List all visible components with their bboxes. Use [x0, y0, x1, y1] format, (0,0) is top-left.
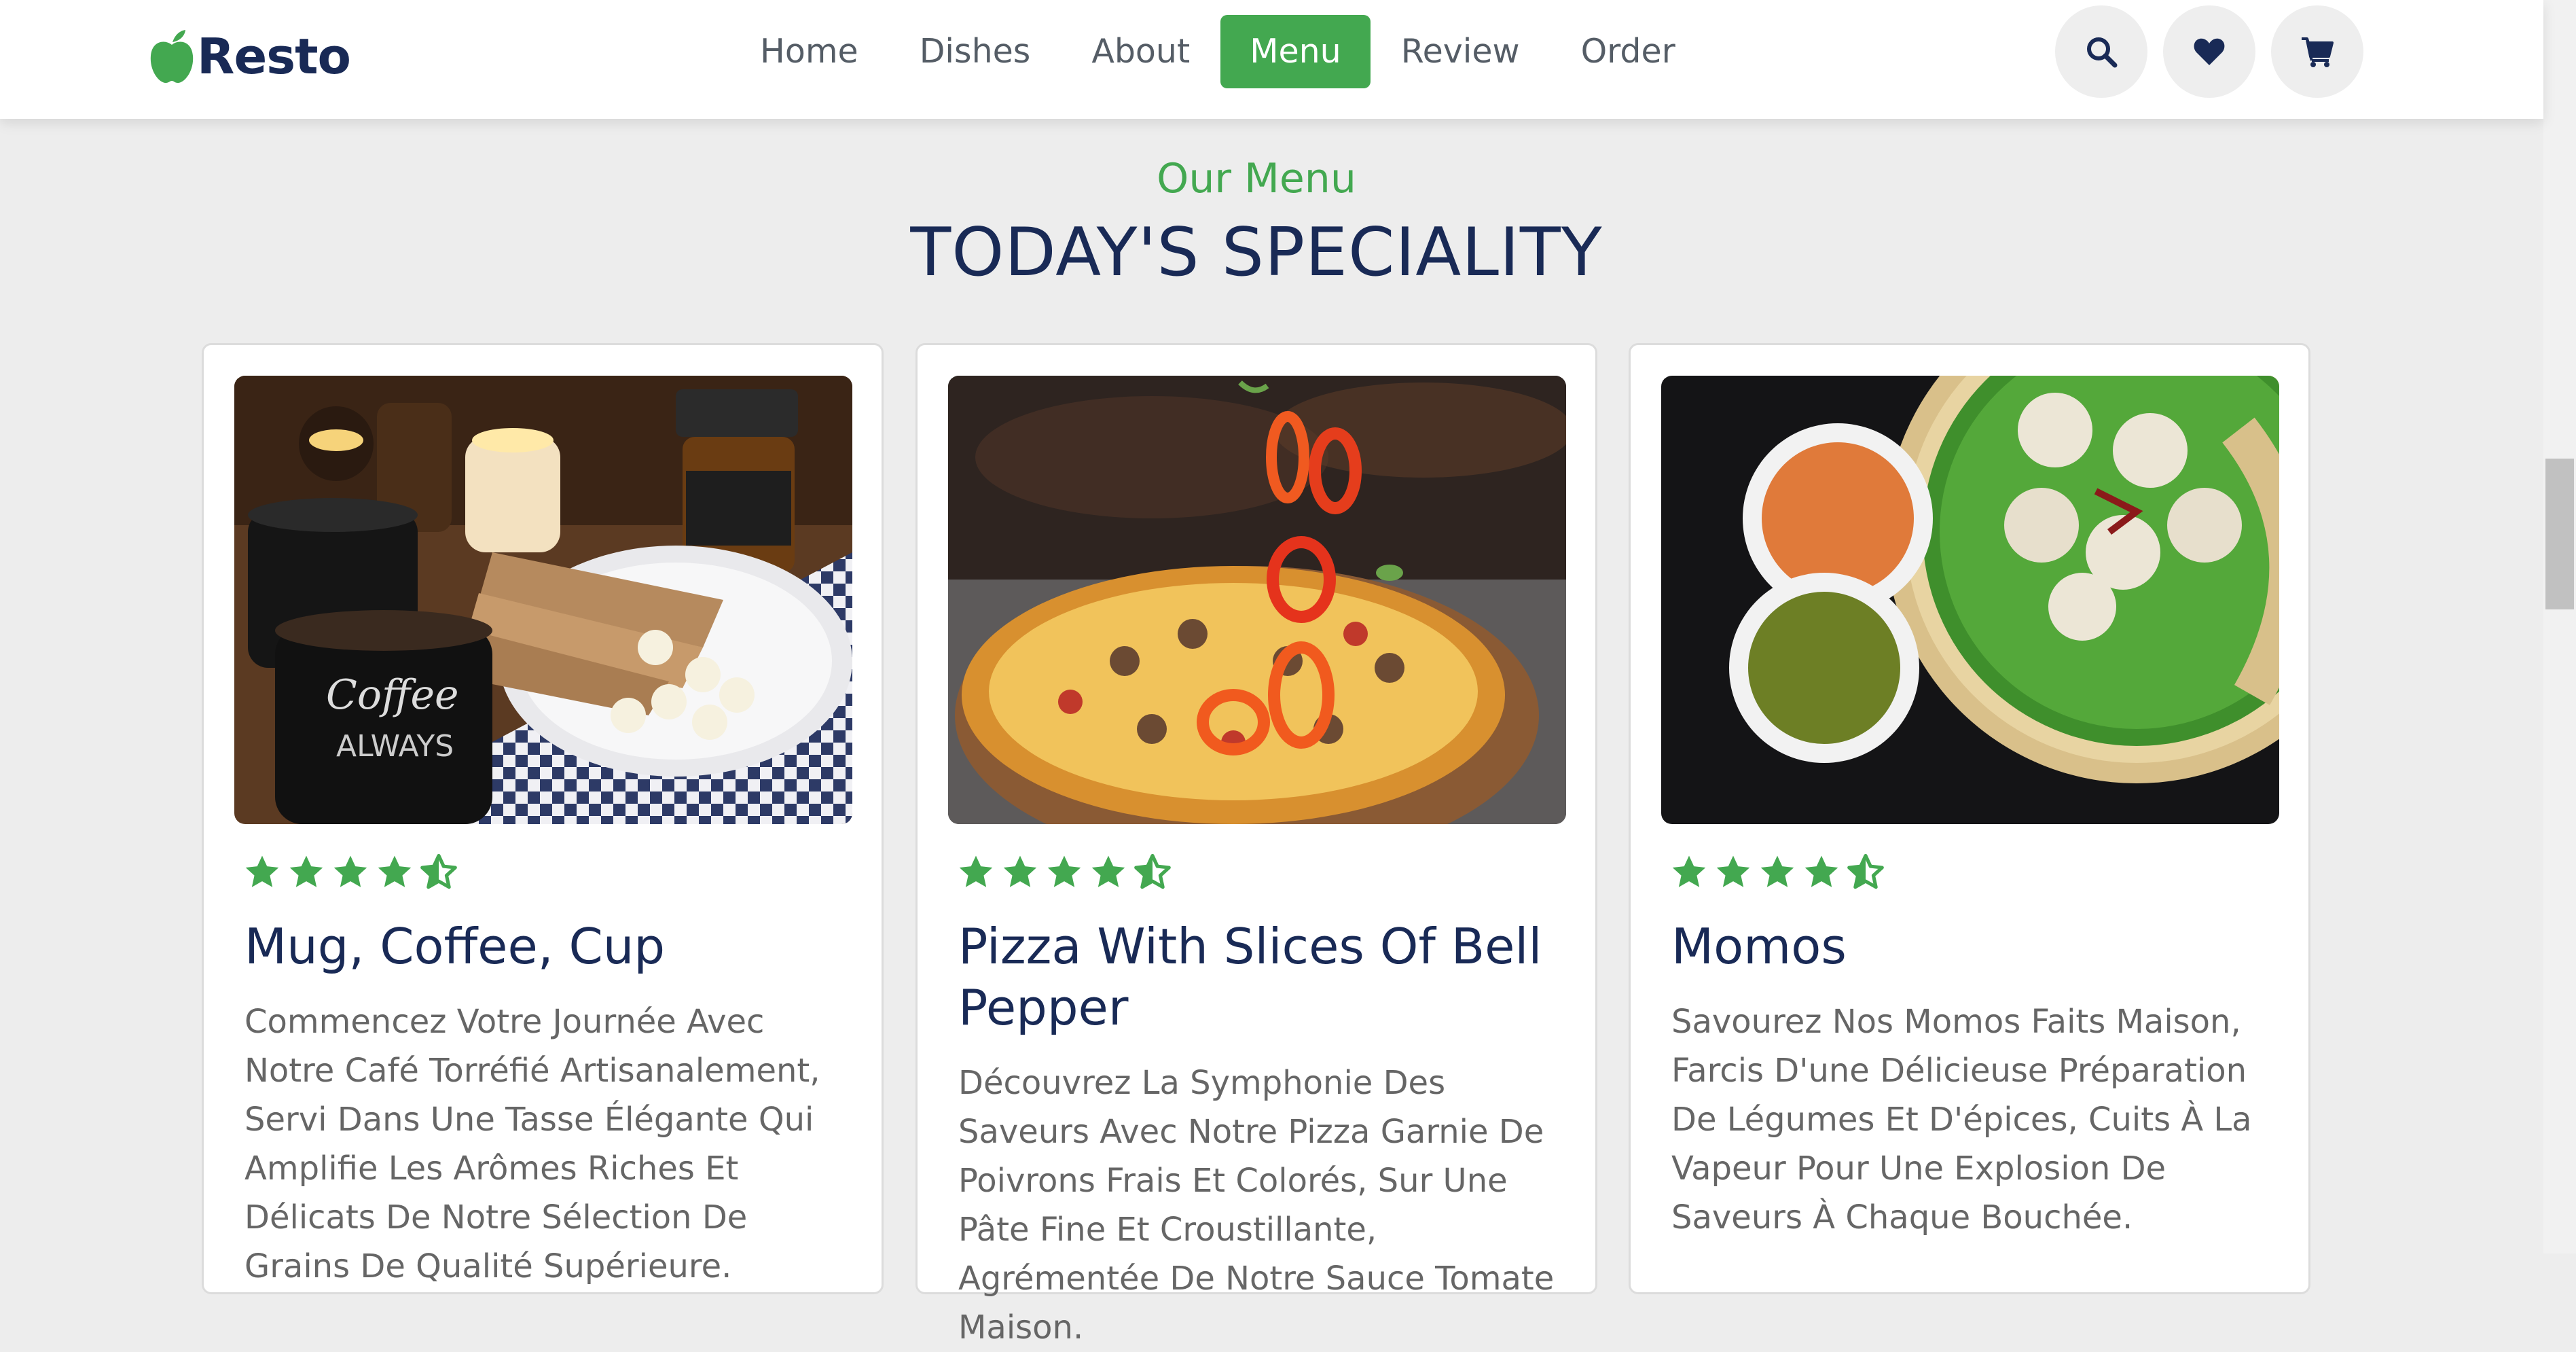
card-description: Commencez Votre Journée Avec Notre Café …	[244, 1003, 820, 1285]
menu-card: Pizza With Slices Of Bell Pepper Découvr…	[915, 343, 1597, 1347]
rating-stars	[957, 853, 1178, 891]
logo[interactable]: Resto	[148, 19, 351, 94]
scrollbar-thumb[interactable]	[2545, 459, 2574, 609]
search-icon	[2087, 37, 2118, 68]
scrollbar-track[interactable]	[2543, 0, 2576, 1253]
card-title: Mug, Coffee, Cup	[244, 918, 666, 975]
logo-text: Resto	[197, 28, 351, 85]
momos-dumplings-photo	[1661, 376, 2279, 824]
star-half-icon	[420, 853, 457, 889]
menu-card: Momos Savourez Nos Momos Faits Maison, F…	[1629, 343, 2310, 1294]
nav-review[interactable]: Review	[1371, 15, 1550, 88]
nav-home[interactable]: Home	[729, 15, 889, 88]
star-icon	[1003, 855, 1037, 887]
nav-order[interactable]: Order	[1550, 15, 1706, 88]
cart-button[interactable]	[2271, 5, 2363, 98]
star-half-icon	[1847, 853, 1884, 889]
cart-icon	[2302, 37, 2334, 67]
star-icon	[959, 855, 993, 887]
rating-stars	[1670, 853, 1891, 891]
star-icon	[1716, 855, 1750, 887]
coffee-bread-banana-photo: Coffee ALWAYS	[234, 376, 852, 824]
card-description: Savourez Nos Momos Faits Maison, Farcis …	[1671, 1003, 2252, 1237]
main-nav: Home Dishes About Menu Review Order	[729, 15, 1706, 88]
star-icon	[378, 855, 412, 887]
search-button[interactable]	[2055, 5, 2147, 98]
star-icon	[1672, 855, 1706, 887]
star-icon	[289, 855, 323, 887]
star-icon	[333, 855, 367, 887]
star-half-icon	[1134, 853, 1171, 889]
star-icon	[1091, 855, 1125, 887]
star-icon	[1804, 855, 1838, 887]
svg-text:Coffee: Coffee	[326, 671, 459, 719]
section-title: TODAY'S SPECIALITY	[910, 214, 1603, 291]
svg-text:ALWAYS: ALWAYS	[336, 729, 454, 764]
nav-menu[interactable]: Menu	[1220, 15, 1371, 88]
apple-icon	[150, 30, 194, 83]
nav-about[interactable]: About	[1061, 15, 1220, 88]
card-description: Découvrez La Symphonie Des Saveurs Avec …	[958, 1064, 1555, 1347]
heart-icon	[2194, 38, 2225, 65]
star-icon	[1047, 855, 1081, 887]
star-icon	[245, 855, 279, 887]
nav-dishes[interactable]: Dishes	[889, 15, 1062, 88]
favorites-button[interactable]	[2163, 5, 2255, 98]
card-title: Pizza With Slices Of Bell Pepper	[958, 918, 1542, 1036]
menu-card: Coffee ALWAYS Mug, Coffee, Cup Commencez…	[202, 343, 884, 1294]
site-header: Resto Home Dishes About Menu Review Orde…	[0, 0, 2543, 119]
rating-stars	[243, 853, 464, 891]
card-title: Momos	[1671, 918, 1847, 975]
pizza-bell-pepper-photo	[948, 376, 1566, 824]
section-subtitle: Our Menu	[1157, 155, 1356, 202]
star-icon	[1760, 855, 1794, 887]
